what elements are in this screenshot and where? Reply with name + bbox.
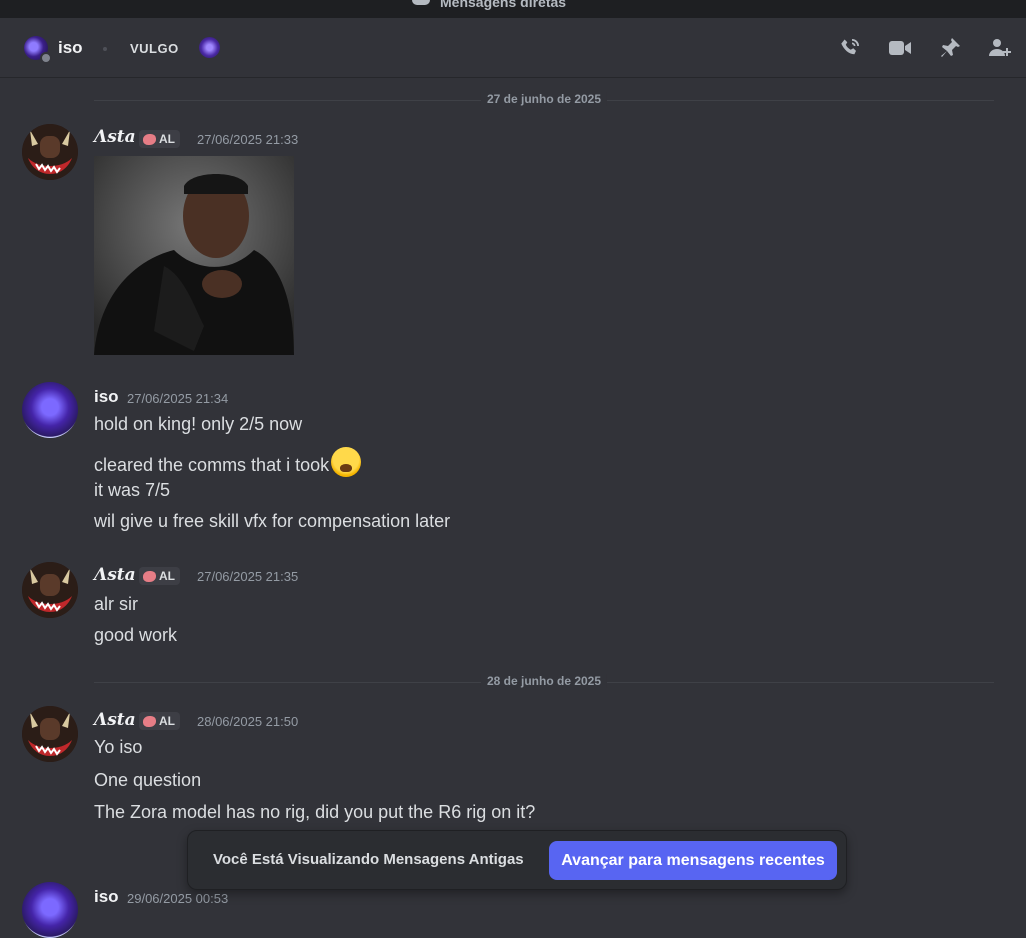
message-text: it was 7/5 <box>94 480 171 500</box>
jump-to-present-button[interactable]: Avançar para mensagens recentes <box>549 841 837 880</box>
avatar[interactable] <box>22 382 78 438</box>
channel-header: iso VULGO <box>0 18 1026 78</box>
phone-call-icon[interactable] <box>838 36 862 60</box>
message-text: wil give u free skill vfx for compensati… <box>94 511 451 531</box>
server-tag-icon <box>199 37 220 58</box>
message-text: The Zora model has no rig, did you put t… <box>94 802 536 822</box>
message-username[interactable]: iso <box>94 387 119 407</box>
old-messages-banner: Você Está Visualizando Mensagens Antigas… <box>187 830 847 890</box>
window-titlebar: Mensagens diretas <box>0 0 1026 18</box>
tag-icon <box>143 133 156 145</box>
message-timestamp: 28/06/2025 21:50 <box>197 714 299 729</box>
message-username[interactable]: Λsta <box>94 127 136 147</box>
server-tag[interactable]: VULGO <box>130 41 179 56</box>
message-timestamp: 27/06/2025 21:35 <box>197 569 299 584</box>
message-timestamp: 27/06/2025 21:33 <box>197 132 299 147</box>
server-tag-badge[interactable]: AL <box>139 712 180 730</box>
pin-icon[interactable] <box>938 36 962 60</box>
message-image-attachment[interactable] <box>94 156 294 355</box>
message-username[interactable]: Λsta <box>94 565 136 585</box>
message-text: cleared the comms that i took <box>94 447 362 477</box>
avatar[interactable] <box>22 562 78 618</box>
message-timestamp: 29/06/2025 00:53 <box>127 891 229 906</box>
date-divider: 27 de junho de 2025 <box>94 92 994 106</box>
server-tag-badge[interactable]: AL <box>139 130 180 148</box>
avatar[interactable] <box>22 706 78 762</box>
divider-date: 28 de junho de 2025 <box>480 674 608 688</box>
message-timestamp: 27/06/2025 21:34 <box>127 391 229 406</box>
separator-dot <box>103 47 107 51</box>
tag-icon <box>143 570 156 582</box>
tag-icon <box>143 715 156 727</box>
tag-label: AL <box>159 132 175 146</box>
add-friend-icon[interactable] <box>988 36 1012 60</box>
message-username[interactable]: Λsta <box>94 710 136 730</box>
message-username[interactable]: iso <box>94 887 119 907</box>
dm-username[interactable]: iso <box>58 38 83 58</box>
message-text: hold on king! only 2/5 now <box>94 414 303 434</box>
divider-date: 27 de junho de 2025 <box>480 92 608 106</box>
tag-label: AL <box>159 569 175 583</box>
header-toolbar <box>838 36 1012 60</box>
loudly-crying-emoji-icon <box>331 447 362 477</box>
message-text: good work <box>94 625 178 645</box>
message-text: One question <box>94 770 202 790</box>
server-tag-badge[interactable]: AL <box>139 567 180 585</box>
message-text: alr sir <box>94 594 138 614</box>
window-title: Mensagens diretas <box>440 0 567 10</box>
banner-text: Você Está Visualizando Mensagens Antigas <box>213 851 524 868</box>
status-indicator <box>40 52 52 64</box>
avatar[interactable] <box>22 882 78 938</box>
avatar[interactable] <box>22 124 78 180</box>
tag-label: AL <box>159 714 175 728</box>
video-camera-icon[interactable] <box>888 36 912 60</box>
date-divider: 28 de junho de 2025 <box>94 674 994 688</box>
message-text: Yo iso <box>94 737 143 757</box>
direct-messages-icon <box>410 0 432 12</box>
